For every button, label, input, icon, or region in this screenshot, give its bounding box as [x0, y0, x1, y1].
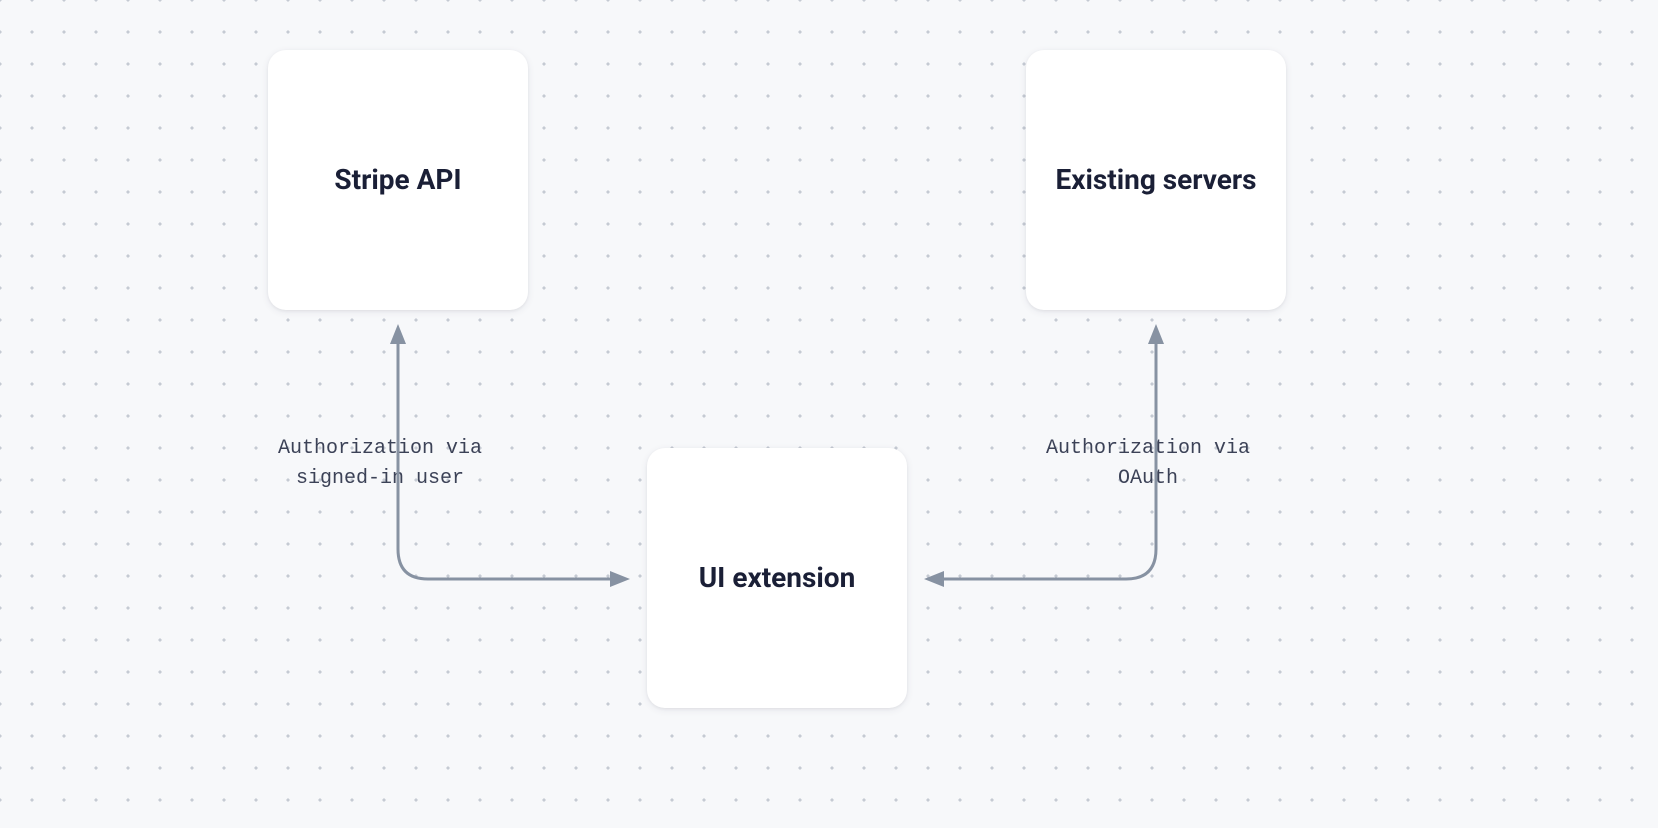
connector-right	[0, 0, 1658, 828]
